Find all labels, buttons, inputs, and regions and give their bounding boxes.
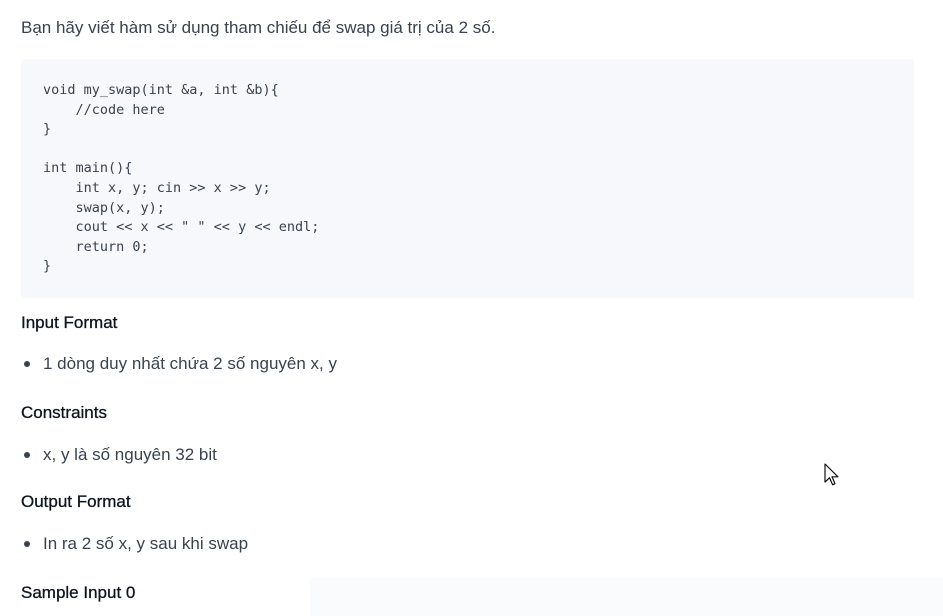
list-item-text: x, y là số nguyên 32 bit [43, 445, 217, 464]
code-snippet: void my_swap(int &a, int &b){ //code her… [43, 81, 319, 277]
input-format-heading: Input Format [21, 313, 118, 332]
constraints-list: x, y là số nguyên 32 bit [21, 444, 217, 466]
bullet-icon [24, 452, 30, 458]
code-block: void my_swap(int &a, int &b){ //code her… [21, 59, 914, 298]
problem-intro: Bạn hãy viết hàm sử dụng tham chiếu để s… [21, 18, 496, 37]
code-line: cout << x << " " << y << endl; [43, 219, 320, 236]
code-line: } [43, 258, 52, 275]
list-item: 1 dòng duy nhất chứa 2 số nguyên x, y [21, 353, 337, 375]
code-line: void my_swap(int &a, int &b){ [43, 82, 279, 98]
bullet-icon [24, 361, 30, 367]
sample-input-heading: Sample Input 0 [21, 583, 136, 602]
list-item: x, y là số nguyên 32 bit [21, 444, 217, 466]
list-item: In ra 2 số x, y sau khi swap [21, 533, 248, 555]
bullet-icon [24, 541, 30, 547]
code-line: //code here [43, 101, 165, 118]
output-format-list: In ra 2 số x, y sau khi swap [21, 533, 248, 555]
input-format-list: 1 dòng duy nhất chứa 2 số nguyên x, y [21, 353, 337, 375]
output-format-heading: Output Format [21, 492, 131, 511]
code-line: swap(x, y); [43, 199, 165, 216]
code-line: } [43, 121, 52, 138]
code-line: int x, y; cin >> x >> y; [43, 179, 271, 196]
list-item-text: 1 dòng duy nhất chứa 2 số nguyên x, y [43, 354, 337, 373]
mouse-pointer-icon [824, 463, 839, 486]
sample-input-box-edge [310, 578, 943, 616]
list-item-text: In ra 2 số x, y sau khi swap [43, 534, 249, 553]
code-line: int main(){ [43, 160, 133, 177]
constraints-heading: Constraints [21, 403, 107, 422]
code-line: return 0; [43, 238, 149, 255]
